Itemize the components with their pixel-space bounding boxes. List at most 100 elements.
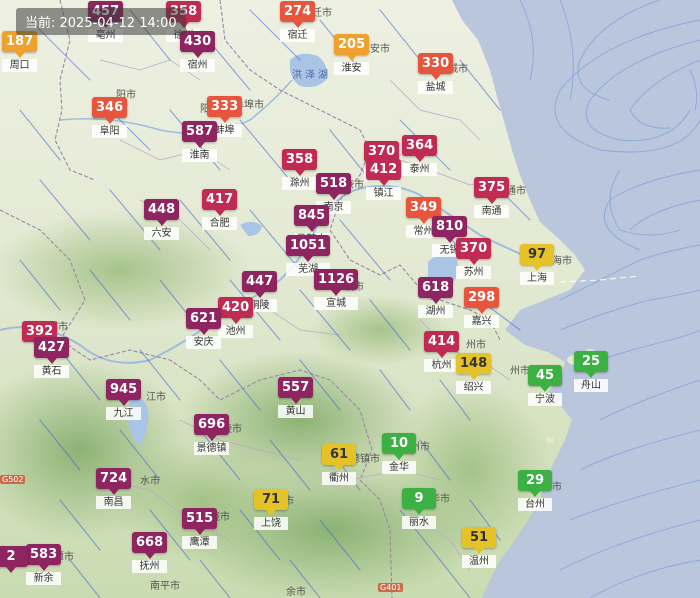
- city-aqi-marker[interactable]: 358 滁州: [282, 148, 318, 190]
- city-aqi-marker[interactable]: 696 景德镇: [194, 413, 230, 455]
- city-aqi-marker[interactable]: 945 九江: [106, 378, 142, 420]
- aqi-value-badge[interactable]: 448: [144, 199, 180, 226]
- aqi-value-badge[interactable]: 417: [202, 189, 238, 216]
- aqi-value-badge[interactable]: 346: [92, 97, 128, 124]
- city-aqi-marker[interactable]: 430 宿州: [180, 30, 216, 72]
- aqi-value-badge[interactable]: 518: [316, 173, 352, 200]
- city-aqi-marker[interactable]: 45 宁波: [528, 364, 562, 406]
- aqi-value-badge[interactable]: 51: [462, 527, 496, 554]
- lake-label: 洪泽湖: [292, 70, 331, 81]
- aqi-value-badge[interactable]: 810: [432, 216, 468, 243]
- aqi-value-badge[interactable]: 61: [322, 444, 356, 471]
- aqi-value-badge[interactable]: 298: [464, 287, 500, 314]
- aqi-value-badge[interactable]: 148: [456, 353, 492, 380]
- city-aqi-marker[interactable]: 97 上海: [520, 243, 554, 285]
- city-name-label: 南通: [474, 205, 510, 218]
- city-aqi-marker[interactable]: 1126 宣城: [314, 268, 359, 310]
- city-aqi-marker[interactable]: 187 周口: [2, 30, 38, 72]
- aqi-value-badge[interactable]: 274: [280, 1, 316, 28]
- aqi-value-badge[interactable]: 10: [382, 433, 416, 460]
- city-aqi-marker[interactable]: 724 南昌: [96, 467, 132, 509]
- city-aqi-marker[interactable]: 10 金华: [382, 432, 416, 474]
- aqi-value-badge[interactable]: 97: [520, 244, 554, 271]
- city-aqi-marker[interactable]: 417 合肥: [202, 188, 238, 230]
- aqi-value-badge[interactable]: 945: [106, 379, 142, 406]
- city-aqi-marker[interactable]: 668 抚州: [132, 531, 168, 573]
- city-aqi-marker[interactable]: 587 淮南: [182, 120, 218, 162]
- place-label: 海市: [552, 256, 572, 267]
- city-aqi-marker[interactable]: 205 淮安: [334, 33, 370, 75]
- aqi-value-badge[interactable]: 333: [207, 96, 243, 123]
- city-aqi-marker[interactable]: 364 泰州: [402, 134, 438, 176]
- city-aqi-marker[interactable]: 346 阜阳: [92, 96, 128, 138]
- city-aqi-marker[interactable]: 420 池州: [218, 296, 254, 338]
- city-name-label: 滁州: [282, 177, 318, 190]
- aqi-value-badge[interactable]: 420: [218, 297, 254, 324]
- aqi-value-badge[interactable]: 330: [418, 53, 454, 80]
- city-aqi-marker[interactable]: 274 宿迁: [280, 0, 316, 42]
- city-aqi-marker[interactable]: 618 湖州: [418, 276, 454, 318]
- aqi-value-badge[interactable]: 9: [402, 488, 436, 515]
- city-aqi-marker[interactable]: 375 南通: [474, 176, 510, 218]
- aqi-value-badge[interactable]: 358: [282, 149, 318, 176]
- aqi-value-badge[interactable]: 447: [242, 271, 278, 298]
- city-aqi-marker[interactable]: 330 盐城: [418, 52, 454, 94]
- city-name-label: 抚州: [132, 560, 168, 573]
- city-aqi-marker[interactable]: 583 新余: [26, 543, 62, 585]
- city-aqi-marker[interactable]: 25 舟山: [574, 350, 608, 392]
- city-name-label: 嘉兴: [464, 315, 500, 328]
- aqi-value-badge[interactable]: 205: [334, 34, 370, 61]
- city-aqi-marker[interactable]: 414 杭州: [424, 330, 460, 372]
- aqi-value-badge[interactable]: 370: [456, 238, 492, 265]
- city-name-label: 鹰潭: [182, 536, 218, 549]
- city-name-label: 景德镇: [194, 442, 230, 455]
- aqi-value-badge[interactable]: 71: [254, 489, 288, 516]
- city-name-label: 阜阳: [92, 125, 128, 138]
- map-canvas[interactable]: 洪泽湖 G502 G401 迁市淮安市城市阳市阜埠市通市京市南京海市城市湖市州市…: [0, 0, 700, 598]
- aqi-value-badge[interactable]: 724: [96, 468, 132, 495]
- aqi-value-badge[interactable]: 696: [194, 414, 230, 441]
- city-aqi-marker[interactable]: 557 黄山: [278, 376, 314, 418]
- aqi-value-badge[interactable]: 45: [528, 365, 562, 392]
- city-aqi-marker[interactable]: 621 安庆: [186, 307, 222, 349]
- city-name-label: 宣城: [314, 297, 359, 310]
- place-label: 州市: [510, 366, 530, 377]
- aqi-value-badge[interactable]: 587: [182, 121, 218, 148]
- aqi-value-badge[interactable]: 583: [26, 544, 62, 571]
- city-aqi-marker[interactable]: 448 六安: [144, 198, 180, 240]
- city-aqi-marker[interactable]: 61 衢州: [322, 443, 356, 485]
- city-aqi-marker[interactable]: 51 温州: [462, 526, 496, 568]
- aqi-value-badge[interactable]: 668: [132, 532, 168, 559]
- aqi-value-badge[interactable]: 618: [418, 277, 454, 304]
- aqi-value-badge[interactable]: 414: [424, 331, 460, 358]
- city-aqi-marker[interactable]: 2: [0, 545, 28, 573]
- city-aqi-marker[interactable]: 412 镇江: [366, 158, 402, 200]
- aqi-value-badge[interactable]: 1126: [314, 269, 359, 296]
- aqi-value-badge[interactable]: 412: [366, 159, 402, 186]
- city-aqi-marker[interactable]: 148 绍兴: [456, 352, 492, 394]
- city-name-label: 泰州: [402, 163, 438, 176]
- city-aqi-marker[interactable]: 298 嘉兴: [464, 286, 500, 328]
- aqi-value-badge[interactable]: 29: [518, 470, 552, 497]
- aqi-value-badge[interactable]: 375: [474, 177, 510, 204]
- aqi-value-badge[interactable]: 2: [0, 546, 28, 573]
- city-aqi-marker[interactable]: 370 苏州: [456, 237, 492, 279]
- city-aqi-marker[interactable]: 71 上饶: [254, 488, 288, 530]
- aqi-value-badge[interactable]: 515: [182, 508, 218, 535]
- aqi-value-badge[interactable]: 1051: [286, 235, 331, 262]
- city-name-label: 新余: [26, 572, 62, 585]
- aqi-value-badge[interactable]: 845: [294, 205, 330, 232]
- city-name-label: 金华: [382, 461, 416, 474]
- place-label: 江市: [146, 392, 166, 403]
- aqi-value-badge[interactable]: 427: [34, 337, 70, 364]
- city-aqi-marker[interactable]: 515 鹰潭: [182, 507, 218, 549]
- aqi-value-badge[interactable]: 621: [186, 308, 222, 335]
- city-aqi-marker[interactable]: 29 台州: [518, 469, 552, 511]
- aqi-value-badge[interactable]: 364: [402, 135, 438, 162]
- aqi-value-badge[interactable]: 430: [180, 31, 216, 58]
- city-aqi-marker[interactable]: 9 丽水: [402, 487, 436, 529]
- aqi-value-badge[interactable]: 557: [278, 377, 314, 404]
- aqi-value-badge[interactable]: 25: [574, 351, 608, 378]
- place-label: 南平市: [150, 581, 180, 592]
- city-aqi-marker[interactable]: 427 黄石: [34, 336, 70, 378]
